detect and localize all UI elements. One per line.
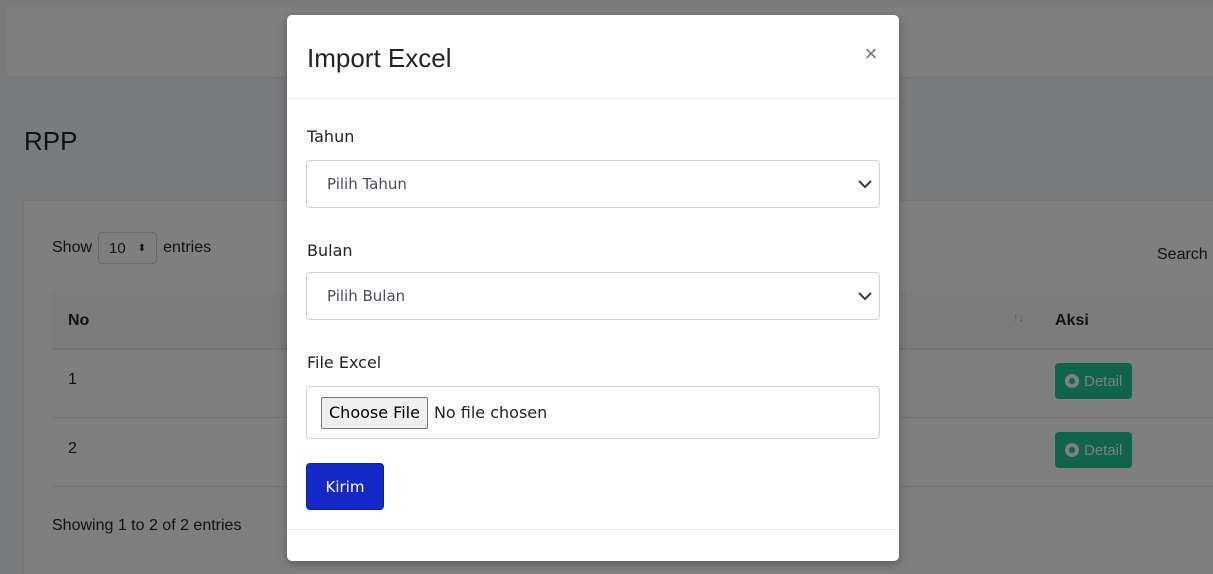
- chevron-down-icon: [858, 180, 872, 189]
- modal-header: Import Excel ×: [287, 15, 899, 99]
- modal-footer-divider: [287, 529, 899, 530]
- file-input[interactable]: Choose File No file chosen: [306, 386, 880, 439]
- chevron-down-icon: [858, 292, 872, 301]
- tahun-selected-value: Pilih Tahun: [327, 175, 407, 193]
- bulan-selected-value: Pilih Bulan: [327, 287, 406, 305]
- submit-button[interactable]: Kirim: [306, 463, 384, 510]
- file-excel-label: File Excel: [307, 353, 382, 372]
- file-status-text: No file chosen: [433, 403, 548, 422]
- bulan-select[interactable]: Pilih Bulan: [306, 272, 880, 320]
- tahun-label: Tahun: [307, 127, 355, 146]
- tahun-select[interactable]: Pilih Tahun: [306, 160, 880, 208]
- modal-title: Import Excel: [307, 43, 452, 73]
- choose-file-button[interactable]: Choose File: [321, 396, 428, 429]
- import-excel-modal: Import Excel × Tahun Pilih Tahun Bulan P…: [287, 15, 899, 561]
- close-icon[interactable]: ×: [859, 39, 883, 69]
- bulan-label: Bulan: [307, 241, 353, 260]
